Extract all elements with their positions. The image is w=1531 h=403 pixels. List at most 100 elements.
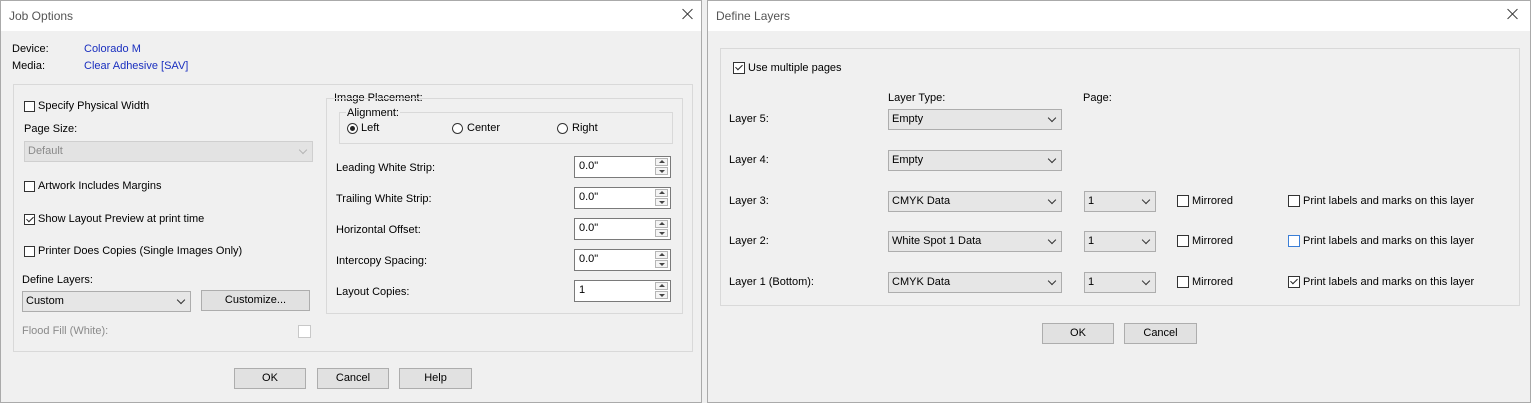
layer-2-type-select[interactable]: White Spot 1 Data [888,231,1062,252]
layout-copies-label: Layout Copies: [336,286,410,298]
layer-4-type-select[interactable]: Empty [888,150,1062,171]
chevron-down-icon [298,145,308,155]
show-layout-preview-checkbox[interactable] [24,214,35,225]
layer-3-label: Layer 3: [729,195,769,207]
chevron-down-icon [176,295,186,305]
layer-3-page-value: 1 [1088,195,1095,207]
device-label: Device: [12,43,49,55]
layer-1-page-select[interactable]: 1 [1084,272,1156,293]
layer-1-mirrored-checkbox[interactable] [1177,276,1189,288]
intercopy-spacing-value: 0.0" [579,253,599,265]
align-right-label[interactable]: Right [572,122,598,134]
customize-button[interactable]: Customize... [201,290,310,311]
chevron-down-icon [1047,195,1057,205]
chevron-down-icon [1047,113,1057,123]
layer-2-mirrored-checkbox[interactable] [1177,235,1189,247]
media-label: Media: [12,60,46,72]
close-icon[interactable] [679,5,697,23]
layer-3-type-select[interactable]: CMYK Data [888,191,1062,212]
define-layers-label: Define Layers: [22,274,93,286]
layer-3-mirrored-label[interactable]: Mirrored [1192,195,1233,207]
layer-2-print-labels-checkbox[interactable] [1288,235,1300,247]
horizontal-offset-value: 0.0" [579,222,599,234]
intercopy-spacing-input[interactable]: 0.0" [574,249,671,271]
layer-3-mirrored-checkbox[interactable] [1177,195,1189,207]
cancel-button[interactable]: Cancel [317,368,389,389]
layer-3-print-labels-label[interactable]: Print labels and marks on this layer [1303,195,1474,207]
close-icon[interactable] [1504,5,1522,23]
spin-up-icon[interactable] [655,189,668,197]
artwork-includes-margins-checkbox[interactable] [24,181,35,192]
align-center-label[interactable]: Center [467,122,500,134]
layer-5-label: Layer 5: [729,113,769,125]
use-multiple-pages-checkbox[interactable] [733,62,745,74]
align-left-radio[interactable] [347,123,358,134]
align-left-label[interactable]: Left [361,122,379,134]
define-layers-select[interactable]: Custom [22,291,191,312]
chevron-down-icon [1047,154,1057,164]
layer-4-type-value: Empty [892,154,924,166]
trailing-white-strip-value: 0.0" [579,191,599,203]
align-center-radio[interactable] [452,123,463,134]
specify-physical-width-label[interactable]: Specify Physical Width [38,100,149,112]
spin-down-icon[interactable] [655,198,668,206]
page-size-value: Default [28,145,63,157]
leading-white-strip-label: Leading White Strip: [336,162,436,174]
chevron-down-icon [1141,195,1151,205]
ok-button[interactable]: OK [234,368,306,389]
layer-2-type-value: White Spot 1 Data [892,235,982,247]
page-size-label: Page Size: [24,123,78,135]
layer-2-page-value: 1 [1088,235,1095,247]
layer-3-page-select[interactable]: 1 [1084,191,1156,212]
chevron-down-icon [1047,235,1057,245]
artwork-includes-margins-label[interactable]: Artwork Includes Margins [38,180,162,192]
spin-up-icon[interactable] [655,282,668,290]
spin-up-icon[interactable] [655,220,668,228]
define-layers-titlebar: Define Layers [708,1,1530,31]
page-header: Page: [1083,92,1112,104]
layer-2-print-labels-label[interactable]: Print labels and marks on this layer [1303,235,1474,247]
spin-up-icon[interactable] [655,158,668,166]
layer-1-print-labels-label[interactable]: Print labels and marks on this layer [1303,276,1474,288]
spin-up-icon[interactable] [655,251,668,259]
layer-3-type-value: CMYK Data [892,195,951,207]
job-options-title: Job Options [9,9,74,23]
layer-2-page-select[interactable]: 1 [1084,231,1156,252]
trailing-white-strip-input[interactable]: 0.0" [574,187,671,209]
spin-down-icon[interactable] [655,260,668,268]
layer-type-header: Layer Type: [888,92,946,104]
layer-3-print-labels-checkbox[interactable] [1288,195,1300,207]
layer-4-label: Layer 4: [729,154,769,166]
specify-physical-width-checkbox[interactable] [24,101,35,112]
trailing-white-strip-label: Trailing White Strip: [336,193,432,205]
printer-does-copies-label[interactable]: Printer Does Copies (Single Images Only) [38,245,242,257]
printer-does-copies-checkbox[interactable] [24,246,35,257]
cancel-button[interactable]: Cancel [1124,323,1197,344]
device-value: Colorado M [84,43,141,55]
layer-1-print-labels-checkbox[interactable] [1288,276,1300,288]
alignment-label: Alignment: [346,107,400,119]
use-multiple-pages-label[interactable]: Use multiple pages [748,62,842,74]
job-options-titlebar: Job Options [1,1,701,31]
spin-down-icon[interactable] [655,229,668,237]
layer-5-type-select[interactable]: Empty [888,109,1062,130]
layer-5-type-value: Empty [892,113,924,125]
help-button[interactable]: Help [399,368,472,389]
define-layers-title: Define Layers [716,9,791,23]
define-layers-dialog: Define Layers Use multiple pages Layer T… [707,0,1531,403]
layout-copies-input[interactable]: 1 [574,280,671,302]
ok-button[interactable]: OK [1042,323,1114,344]
layers-group [720,48,1520,306]
align-right-radio[interactable] [557,123,568,134]
layer-1-type-select[interactable]: CMYK Data [888,272,1062,293]
flood-fill-checkbox [298,325,311,338]
show-layout-preview-label[interactable]: Show Layout Preview at print time [38,213,204,225]
horizontal-offset-input[interactable]: 0.0" [574,218,671,240]
layout-copies-value: 1 [579,284,586,296]
leading-white-strip-input[interactable]: 0.0" [574,156,671,178]
layer-1-mirrored-label[interactable]: Mirrored [1192,276,1233,288]
layer-1-page-value: 1 [1088,276,1095,288]
spin-down-icon[interactable] [655,291,668,299]
layer-2-mirrored-label[interactable]: Mirrored [1192,235,1233,247]
spin-down-icon[interactable] [655,167,668,175]
